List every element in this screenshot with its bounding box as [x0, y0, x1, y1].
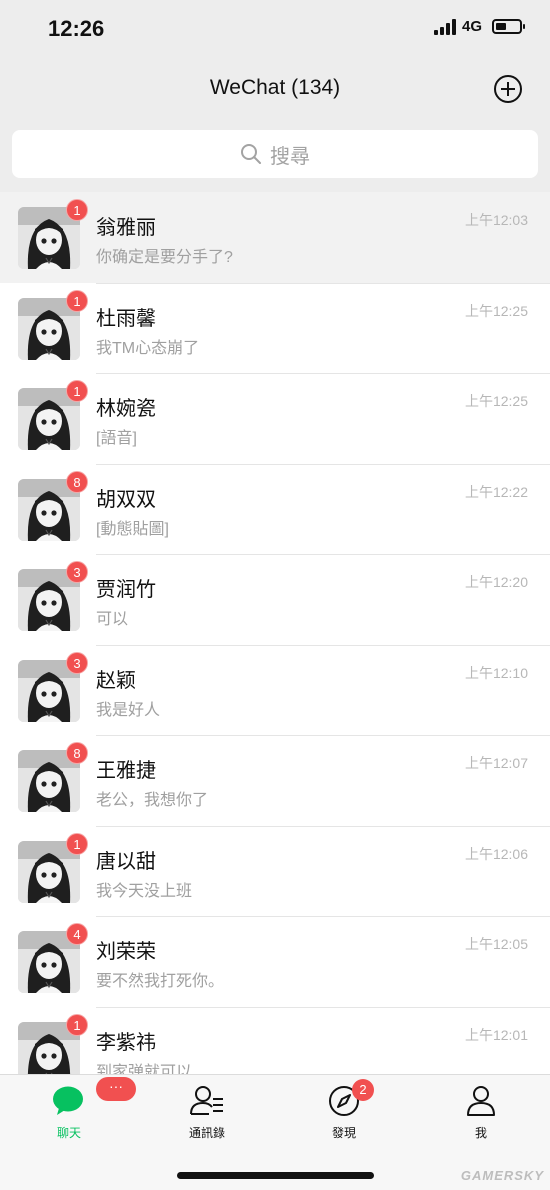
tab-me-label: 我	[474, 1126, 487, 1140]
row-divider	[96, 644, 550, 646]
chat-time: 上午12:25	[464, 393, 528, 409]
nav-bar: WeChat (134)	[0, 60, 550, 120]
unread-badge: 1	[66, 380, 88, 402]
chat-name: 王雅捷	[96, 760, 156, 782]
search-icon	[241, 144, 261, 164]
chat-row[interactable]: 1 翁雅丽 你确定是要分手了? 上午12:03	[0, 192, 550, 283]
chat-time: 上午12:03	[464, 212, 528, 228]
chat-preview: 到家弹就可以	[96, 1063, 193, 1075]
row-divider	[96, 735, 550, 736]
chat-name: 唐以甜	[96, 850, 156, 873]
person-icon	[467, 1086, 495, 1116]
chat-name: 李紫祎	[96, 1031, 156, 1054]
chat-preview: 老公，我想你了	[96, 792, 209, 809]
chat-name: 翁雅丽	[96, 217, 156, 239]
tab-discover[interactable]: 2 發現	[289, 1079, 399, 1145]
status-time: 12:26	[48, 16, 105, 41]
tab-contacts-label: 通訊錄	[188, 1126, 225, 1140]
unread-badge: 3	[66, 561, 88, 583]
chat-row[interactable]: 1 杜雨馨 我TM心态崩了 上午12:25	[0, 282, 550, 373]
unread-badge: 1	[66, 1013, 88, 1036]
row-divider	[96, 554, 550, 555]
row-divider	[96, 1006, 550, 1008]
search-input[interactable]: 搜尋	[12, 130, 538, 178]
unread-badge: 8	[66, 742, 88, 764]
chat-time: 上午12:06	[464, 845, 528, 862]
chat-preview: [語音]	[96, 430, 137, 447]
watermark: GAMERSKY	[460, 1168, 544, 1183]
chat-preview: 你确定是要分手了?	[96, 249, 233, 266]
chat-time: 上午12:20	[464, 574, 528, 590]
battery-level	[496, 23, 506, 30]
unread-badge: 1	[66, 832, 88, 855]
tab-discover-label: 發現	[331, 1126, 356, 1140]
unread-badge: 8	[66, 470, 88, 493]
chat-row[interactable]: 1 李紫祎 到家弹就可以 上午12:01	[0, 1006, 550, 1075]
chat-preview: 我是好人	[96, 701, 161, 719]
unread-badge: 3	[66, 651, 88, 674]
search-placeholder: 搜尋	[270, 145, 310, 168]
unread-badge: 1	[66, 199, 88, 221]
chat-preview: [動態貼圖]	[96, 520, 169, 538]
tab-chats-badge: ···	[96, 1077, 136, 1101]
chat-time: 上午12:05	[464, 936, 528, 952]
chat-row[interactable]: 8 胡双双 [動態貼圖] 上午12:22	[0, 463, 550, 554]
row-divider	[96, 282, 550, 284]
network-type: 4G	[461, 18, 482, 35]
chat-time: 上午12:10	[464, 664, 528, 681]
battery-icon	[492, 19, 525, 34]
status-bar: 12:26 4G	[0, 0, 550, 60]
row-divider	[96, 916, 550, 917]
unread-badge: 4	[66, 923, 88, 945]
row-divider	[96, 373, 550, 374]
chat-row[interactable]: 1 唐以甜 我今天没上班 上午12:06	[0, 825, 550, 916]
chat-row[interactable]: 8 王雅捷 老公，我想你了 上午12:07	[0, 735, 550, 826]
chat-row[interactable]: 3 贾润竹 可以 上午12:20	[0, 554, 550, 645]
tab-contacts[interactable]: 通訊錄	[152, 1085, 262, 1145]
home-indicator[interactable]	[177, 1172, 374, 1179]
tab-chats[interactable]: ··· 聊天	[14, 1077, 136, 1145]
chat-preview: 我TM心态崩了	[96, 339, 200, 357]
page-title: WeChat (134)	[209, 76, 341, 99]
chat-name: 杜雨馨	[96, 307, 156, 330]
chat-time: 上午12:25	[464, 302, 528, 319]
chat-time: 上午12:07	[464, 755, 528, 771]
tab-me[interactable]: 我	[426, 1085, 536, 1145]
unread-badge: 1	[66, 289, 88, 312]
add-button[interactable]	[494, 75, 522, 103]
chat-name: 林婉瓷	[96, 398, 156, 420]
row-divider	[96, 825, 550, 827]
tab-discover-badge: 2	[352, 1079, 374, 1101]
row-divider	[96, 463, 550, 465]
contacts-icon	[190, 1086, 223, 1115]
status-indicators: 4G	[433, 18, 525, 35]
chat-bubble-icon	[53, 1086, 83, 1115]
chat-row[interactable]: 3 赵颖 我是好人 上午12:10	[0, 644, 550, 735]
chat-name: 贾润竹	[96, 579, 156, 601]
chat-preview: 要不然我打死你。	[96, 973, 225, 990]
chat-row[interactable]: 4 刘荣荣 要不然我打死你。 上午12:05	[0, 916, 550, 1007]
signal-icon	[433, 18, 456, 35]
chat-preview: 我今天没上班	[96, 882, 193, 900]
chat-row[interactable]: 1 林婉瓷 [語音] 上午12:25	[0, 373, 550, 464]
tab-chats-label: 聊天	[56, 1126, 81, 1140]
chat-name: 刘荣荣	[96, 941, 156, 963]
chat-name: 胡双双	[96, 488, 156, 511]
chat-list: 1 翁雅丽 你确定是要分手了? 上午12:03 1 杜雨馨 我TM心态崩了 上午…	[0, 192, 550, 1074]
chat-preview: 可以	[96, 611, 129, 628]
chat-name: 赵颖	[96, 669, 136, 692]
chat-time: 上午12:22	[464, 483, 528, 500]
chat-time: 上午12:01	[464, 1026, 528, 1043]
